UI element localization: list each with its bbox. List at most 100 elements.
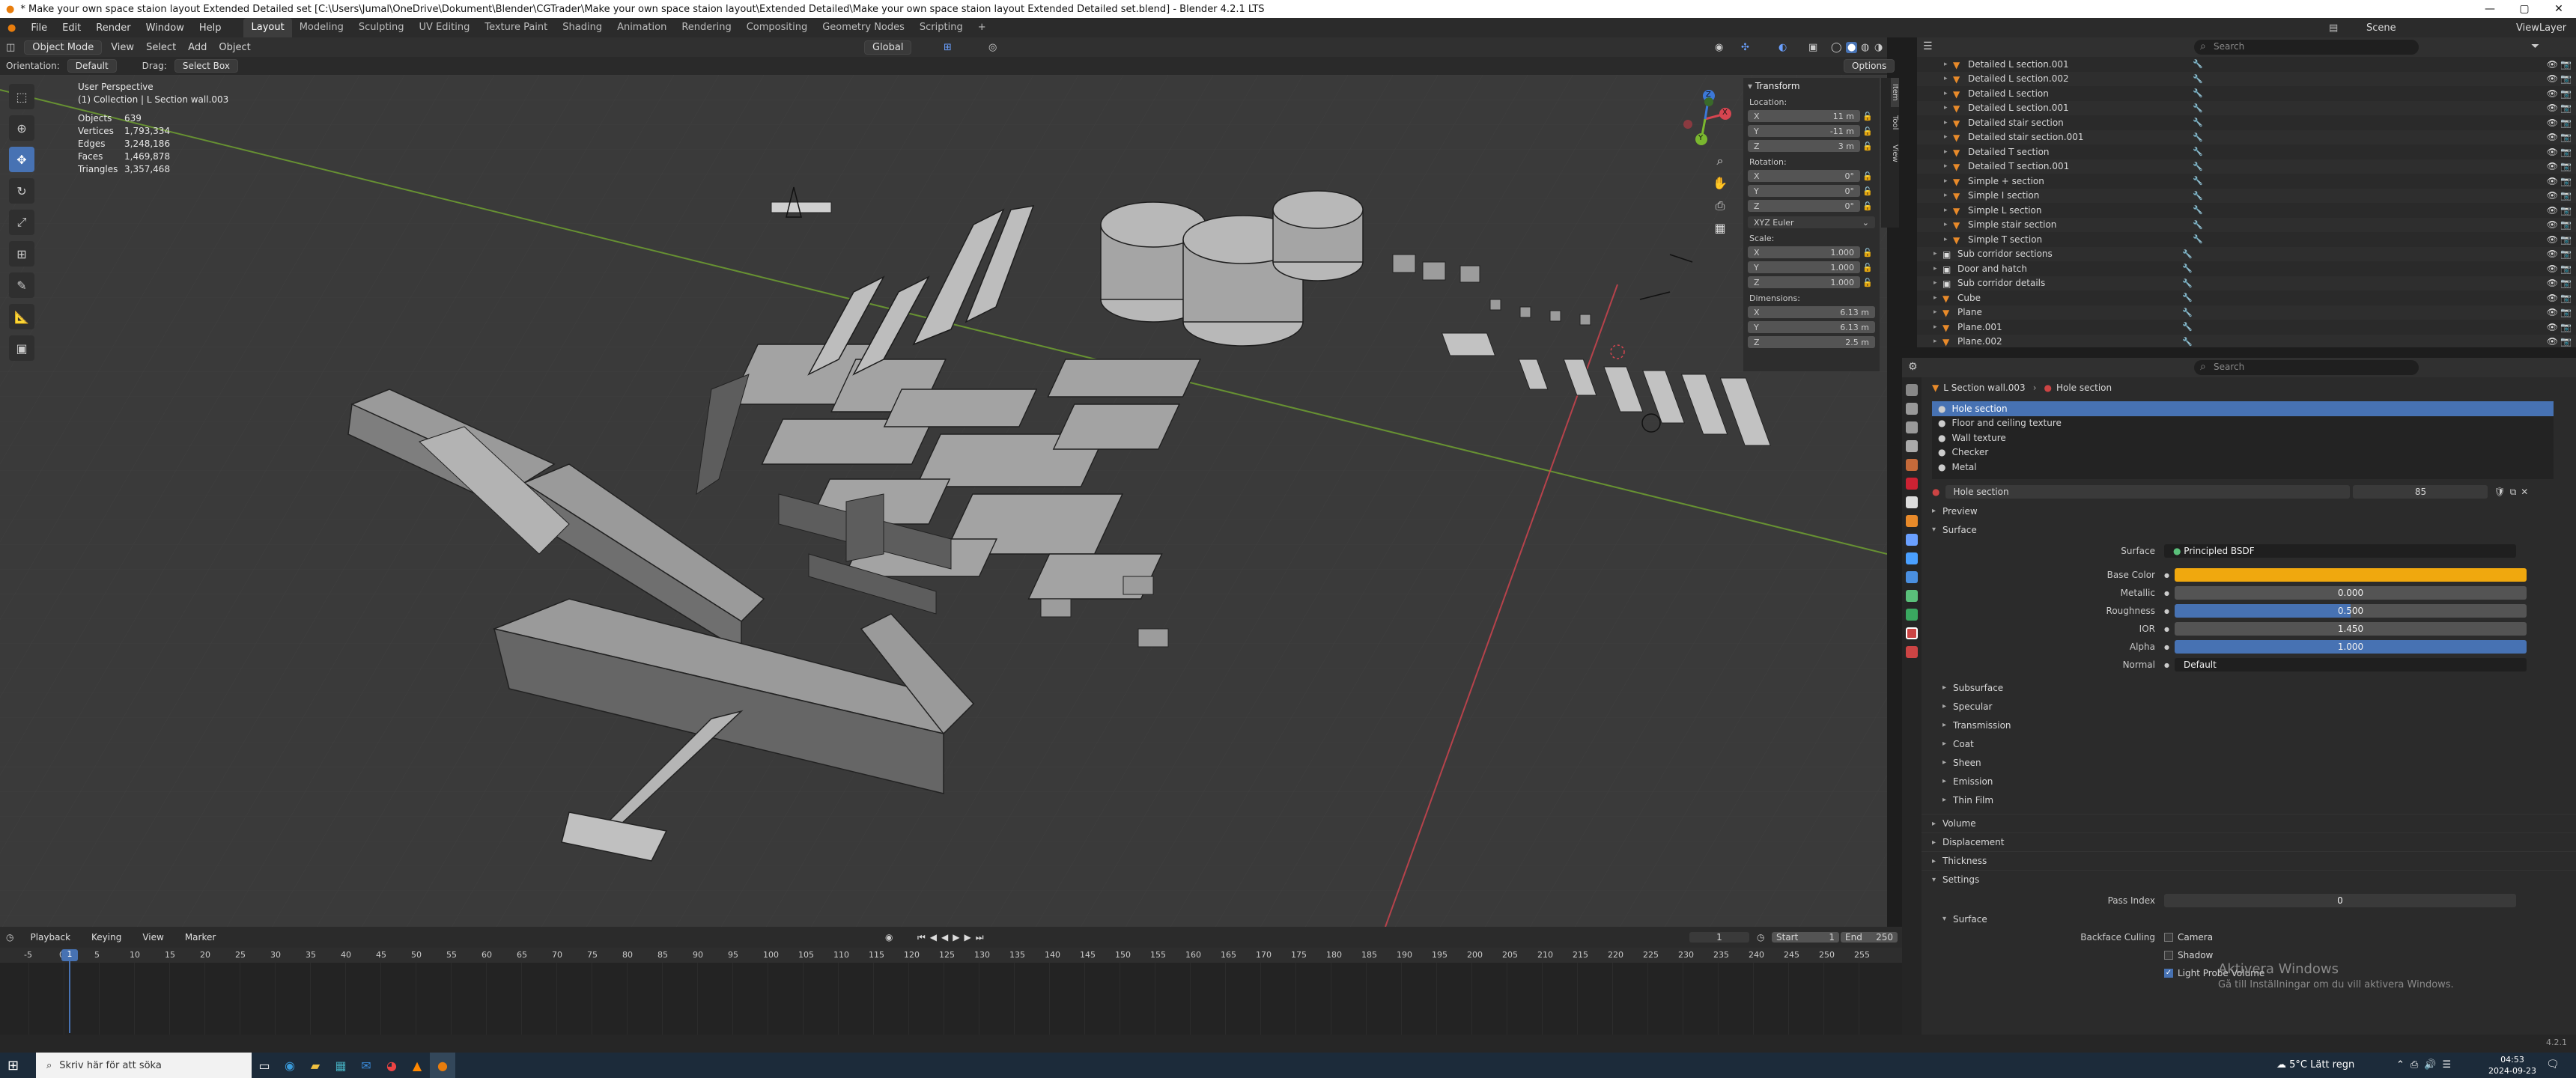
- tab-shading[interactable]: Shading: [555, 18, 610, 37]
- rotation-z-field[interactable]: Z 0°: [1748, 200, 1860, 212]
- subpanel-sheen[interactable]: ▸ Sheen: [1922, 753, 2576, 772]
- tab-rendering[interactable]: Rendering: [674, 18, 738, 37]
- drag-selector[interactable]: Select Box: [174, 59, 238, 73]
- menu-select[interactable]: Select: [140, 42, 182, 53]
- location-z-field[interactable]: Z 3 m: [1748, 140, 1860, 152]
- subpanel-specular[interactable]: ▸ Specular: [1922, 697, 2576, 716]
- add-workspace-button[interactable]: +: [970, 18, 994, 37]
- viewport-3d[interactable]: X Y Z ⌕ ✋ ⎙ ▦: [0, 75, 1887, 927]
- material-slot[interactable]: ● Metal: [1932, 460, 2554, 475]
- filter-icon[interactable]: ⏷: [2531, 40, 2539, 52]
- annotate-icon[interactable]: ✎: [9, 272, 34, 298]
- material-slot[interactable]: ● Checker: [1932, 445, 2554, 460]
- menu-object[interactable]: Object: [213, 42, 256, 53]
- scene-selector[interactable]: Scene: [2359, 22, 2404, 34]
- expand-chevron-icon[interactable]: ▸: [1944, 133, 1953, 141]
- tab-geometry-nodes[interactable]: Geometry Nodes: [815, 18, 912, 37]
- surface-shader-field[interactable]: ● Principled BSDF: [2164, 544, 2516, 558]
- scale-x-field[interactable]: X 1.000: [1748, 246, 1860, 258]
- outliner-row[interactable]: ▸ ▼ Detailed L section 🔧 👁 📷: [1917, 86, 2576, 101]
- expand-chevron-icon[interactable]: ▸: [1944, 104, 1953, 112]
- expand-chevron-icon[interactable]: ▸: [1933, 265, 1942, 272]
- expand-chevron-icon[interactable]: ▸: [1944, 207, 1953, 214]
- pass-index-field[interactable]: 0: [2164, 894, 2516, 907]
- menu-edit[interactable]: Edit: [55, 22, 88, 34]
- material-slot[interactable]: ● Floor and ceiling texture: [1932, 416, 2554, 431]
- visibility-eye-icon[interactable]: 👁: [2547, 59, 2558, 70]
- lock-icon[interactable]: 🔓: [1860, 171, 1875, 181]
- object-tab-icon[interactable]: [1906, 515, 1918, 527]
- fake-user-icon[interactable]: 🛡: [2494, 487, 2505, 497]
- visibility-eye-icon[interactable]: 👁: [2547, 278, 2558, 288]
- lock-icon[interactable]: 🔓: [1860, 248, 1875, 258]
- material-name-field[interactable]: Hole section: [1945, 485, 2351, 499]
- outliner-row[interactable]: ▸ ▼ Detailed stair section 🔧 👁 📷: [1917, 115, 2576, 130]
- modifier-icon[interactable]: 🔧: [2193, 118, 2203, 127]
- render-camera-icon[interactable]: 📷: [2560, 190, 2572, 201]
- visibility-eye-icon[interactable]: 👁: [2547, 322, 2558, 332]
- weather-widget[interactable]: ☁ 5°C Lätt regn: [2276, 1059, 2354, 1071]
- menu-add[interactable]: Add: [182, 42, 213, 53]
- menu-help[interactable]: Help: [192, 22, 229, 34]
- outliner-row[interactable]: ▸ ▼ Plane.002 🔧 👁 📷: [1917, 334, 2576, 347]
- dimensions-x-field[interactable]: X 6.13 m: [1748, 306, 1875, 318]
- view-layer-selector[interactable]: ViewLayer: [2509, 22, 2574, 34]
- menu-view[interactable]: View: [105, 42, 140, 53]
- move-icon[interactable]: ✥: [9, 147, 34, 172]
- rotation-mode-selector[interactable]: XYZ Euler ⌄: [1748, 216, 1875, 228]
- modifier-icon[interactable]: 🔧: [2182, 293, 2193, 302]
- windows-start-icon[interactable]: ⊞: [7, 1058, 19, 1074]
- pan-hand-icon[interactable]: ✋: [1709, 172, 1731, 195]
- tab-item[interactable]: Item: [1891, 78, 1899, 107]
- outliner-row[interactable]: ▸ ▼ Simple I section 🔧 👁 📷: [1917, 188, 2576, 203]
- end-frame-field[interactable]: End 250: [1841, 932, 1898, 943]
- orientation-selector[interactable]: Default: [67, 59, 117, 73]
- material-slot-list[interactable]: ● Hole section ● Floor and ceiling texture…: [1932, 401, 2554, 479]
- scale-y-field[interactable]: Y 1.000: [1748, 261, 1860, 273]
- expand-chevron-icon[interactable]: ▸: [1944, 221, 1953, 228]
- render-camera-icon[interactable]: 📷: [2560, 249, 2572, 259]
- modifier-icon[interactable]: 🔧: [2193, 220, 2203, 230]
- render-camera-icon[interactable]: 📷: [2560, 59, 2572, 70]
- tab-tool[interactable]: Tool: [1891, 109, 1899, 135]
- outliner-search-input[interactable]: Search: [2194, 40, 2419, 55]
- menu-playback[interactable]: Playback: [22, 931, 78, 943]
- outliner-row[interactable]: ▸ ▼ Plane 🔧 👁 📷: [1917, 305, 2576, 320]
- playback-controls[interactable]: ⏮◀◀▶▶⏭: [917, 932, 988, 943]
- visibility-eye-icon[interactable]: 👁: [2547, 190, 2558, 201]
- clock[interactable]: 04:53 2024-09-23: [2486, 1054, 2539, 1077]
- outliner-row[interactable]: ▸ ▼ Plane.001 🔧 👁 📷: [1917, 320, 2576, 335]
- expand-chevron-icon[interactable]: ▸: [1944, 177, 1953, 185]
- duplicate-icon[interactable]: ⧉: [2510, 487, 2517, 498]
- blender-taskbar-icon[interactable]: ●: [430, 1053, 455, 1078]
- visibility-eye-icon[interactable]: 👁: [2547, 103, 2558, 113]
- properties-search-input[interactable]: Search: [2194, 360, 2419, 375]
- dimensions-z-field[interactable]: Z 2.5 m: [1748, 336, 1875, 348]
- tab-layout[interactable]: Layout: [243, 18, 292, 37]
- blender-menu-icon[interactable]: ●: [0, 22, 23, 34]
- modifier-tab-icon[interactable]: [1906, 534, 1918, 546]
- expand-chevron-icon[interactable]: ▸: [1944, 75, 1953, 82]
- socket-dot-icon[interactable]: ●: [2164, 590, 2172, 597]
- render-camera-icon[interactable]: 📷: [2560, 205, 2572, 216]
- modifier-icon[interactable]: 🔧: [2182, 308, 2193, 317]
- lock-icon[interactable]: 🔓: [1860, 263, 1875, 272]
- socket-dot-icon[interactable]: ●: [2164, 572, 2172, 579]
- modifier-icon[interactable]: 🔧: [2193, 147, 2203, 156]
- visibility-eye-icon[interactable]: 👁: [2547, 176, 2558, 186]
- tray-icons[interactable]: ⌃⎙🔊☰: [2396, 1059, 2457, 1071]
- tab-modeling[interactable]: Modeling: [292, 18, 351, 37]
- subpanel-thin-film[interactable]: ▸ Thin Film: [1922, 791, 2576, 809]
- snap-icon[interactable]: ⊞: [944, 42, 952, 53]
- modifier-icon[interactable]: 🔧: [2193, 74, 2203, 84]
- editor-type-icon[interactable]: ◫: [0, 42, 21, 53]
- visibility-eye-icon[interactable]: 👁: [2547, 132, 2558, 142]
- visibility-eye-icon[interactable]: 👁: [2547, 264, 2558, 274]
- modifier-icon[interactable]: 🔧: [2193, 162, 2203, 171]
- render-camera-icon[interactable]: 📷: [2560, 147, 2572, 157]
- menu-keying[interactable]: Keying: [84, 931, 129, 943]
- tab-view[interactable]: View: [1891, 138, 1899, 168]
- visibility-eye-icon[interactable]: 👁: [2547, 161, 2558, 171]
- file-explorer-icon[interactable]: ▰: [303, 1053, 328, 1078]
- expand-chevron-icon[interactable]: ▸: [1933, 308, 1942, 316]
